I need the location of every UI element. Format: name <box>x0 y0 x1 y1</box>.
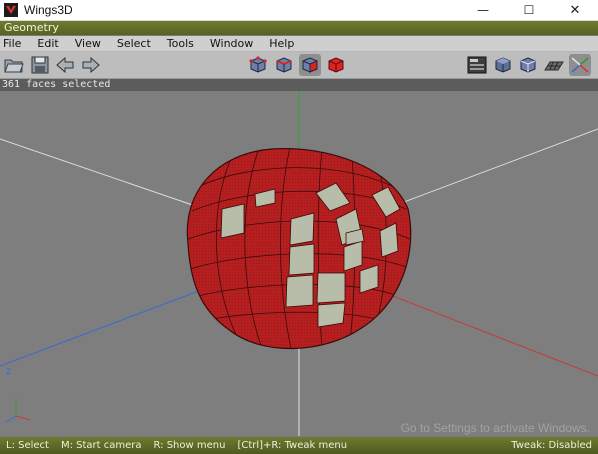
workmode-icon[interactable] <box>466 54 488 76</box>
save-icon[interactable] <box>29 54 51 76</box>
wings3d-logo-icon <box>4 3 18 17</box>
hint-start-camera: M: Start camera <box>60 440 142 451</box>
tweak-status: Tweak: Disabled <box>511 440 592 451</box>
window-controls: — ☐ ✕ <box>460 0 598 20</box>
menu-edit[interactable]: Edit <box>33 37 66 50</box>
vertex-mode-icon[interactable] <box>247 54 269 76</box>
body-mode-icon[interactable] <box>325 54 347 76</box>
menu-tools[interactable]: Tools <box>163 37 202 50</box>
axis-line-x-positive <box>379 128 598 212</box>
minimize-button[interactable]: — <box>460 0 506 20</box>
close-button[interactable]: ✕ <box>552 0 598 20</box>
ground-plane-icon[interactable] <box>543 54 565 76</box>
axis-line-z-positive <box>0 282 221 367</box>
title-bar: Wings3D — ☐ ✕ <box>0 0 598 21</box>
open-folder-icon[interactable] <box>3 54 25 76</box>
axis-line-x-negative <box>0 138 211 212</box>
hint-select: L: Select <box>6 440 49 451</box>
axes-icon[interactable] <box>569 54 591 76</box>
menu-view[interactable]: View <box>71 37 109 50</box>
smooth-shaded-cube-icon[interactable] <box>492 54 514 76</box>
info-bar: L: Select M: Start camera R: Show menu [… <box>0 437 598 454</box>
edge-mode-icon[interactable] <box>273 54 295 76</box>
wireframe-cube-icon[interactable] <box>517 54 539 76</box>
axis-gizmo <box>5 398 31 423</box>
geometry-window-header[interactable]: Geometry <box>0 21 598 35</box>
menu-select[interactable]: Select <box>113 37 159 50</box>
unselected-face <box>316 272 346 304</box>
axis-label-z: z <box>6 366 11 377</box>
maximize-button[interactable]: ☐ <box>506 0 552 20</box>
activation-watermark: Go to Settings to activate Windows. <box>400 421 590 435</box>
hint-show-menu: R: Show menu <box>153 440 226 451</box>
viewport-canvas[interactable]: z <box>0 91 598 436</box>
toolbar <box>0 52 598 79</box>
menu-window[interactable]: Window <box>206 37 261 50</box>
unselected-face <box>288 243 315 276</box>
menu-file[interactable]: File <box>0 37 29 50</box>
menu-help[interactable]: Help <box>265 37 302 50</box>
unselected-face <box>285 274 314 308</box>
3d-viewport[interactable]: z <box>0 91 598 436</box>
undo-arrow-icon[interactable] <box>54 54 76 76</box>
unselected-face <box>220 203 245 239</box>
window-title: Wings3D <box>24 3 73 17</box>
unselected-face <box>317 302 346 328</box>
selection-status: 361 faces selected <box>0 79 598 91</box>
selected-mesh[interactable] <box>186 147 412 353</box>
hint-tweak-menu: [Ctrl]+R: Tweak menu <box>237 440 348 451</box>
menu-bar: File Edit View Select Tools Window Help <box>0 36 598 52</box>
axis-line-red <box>379 290 598 377</box>
face-mode-icon[interactable] <box>299 54 321 76</box>
redo-arrow-icon[interactable] <box>80 54 102 76</box>
